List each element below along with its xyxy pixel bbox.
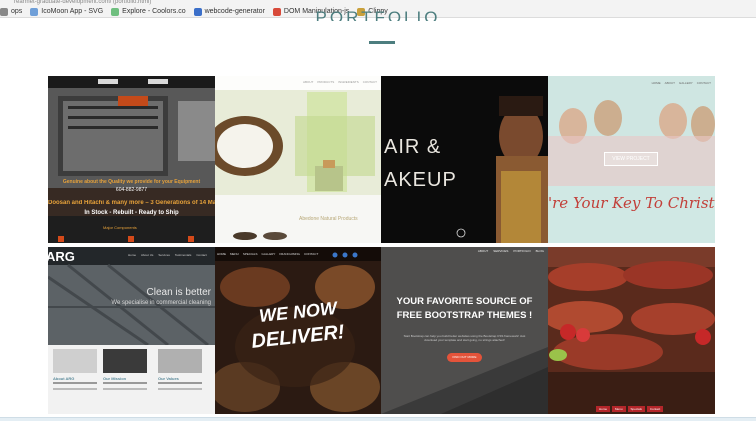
title-underline bbox=[369, 41, 395, 44]
script-headline: 're Your Key To Christma bbox=[548, 194, 715, 212]
hero-headline: Clean is better bbox=[146, 287, 211, 298]
portfolio-item-natural-products[interactable]: ABOUT PRODUCTS INGREDIENTS CONTACT Abedo… bbox=[215, 76, 381, 243]
hero-line-2: AKEUP bbox=[384, 169, 457, 191]
portfolio-item-restaurant[interactable]: HOME MENU SPECIALS GALLERY FRANCHISING C… bbox=[215, 247, 381, 414]
view-project-button[interactable]: VIEW PROJECT bbox=[604, 152, 658, 166]
nav-item[interactable]: FRANCHISING bbox=[279, 252, 300, 256]
nav-item[interactable]: CONTACT bbox=[697, 81, 711, 85]
find-out-more-button[interactable]: FIND OUT MORE bbox=[447, 353, 482, 362]
nav-item[interactable]: INGREDIENTS bbox=[338, 80, 359, 84]
nav-item[interactable]: HOME bbox=[217, 252, 226, 256]
portfolio-item-bootstrap[interactable]: ABOUT SERVICES PORTFOLIO BLOG YOUR FAVOR… bbox=[381, 247, 548, 414]
portfolio-grid: Genuine about the Quality we provide for… bbox=[48, 76, 715, 414]
portfolio-item-christmas[interactable]: HOME ABOUT GALLERY CONTACT VIEW PROJECT … bbox=[548, 76, 715, 243]
site-nav: ABOUT PRODUCTS INGREDIENTS CONTACT bbox=[303, 80, 377, 84]
headline: Doosan and Hitachi & many more – 3 Gener… bbox=[48, 200, 215, 206]
page-bottom-edge bbox=[0, 417, 756, 421]
cleaning-screenshot bbox=[48, 247, 215, 414]
nav-item[interactable]: ABOUT bbox=[478, 249, 488, 253]
nav-item[interactable]: GALLERY bbox=[679, 81, 693, 85]
nav-item[interactable]: Testimonials bbox=[175, 253, 192, 257]
page-title: PORTFOLIO bbox=[315, 8, 441, 21]
nav-item[interactable]: HOME bbox=[652, 81, 661, 85]
kebab-screenshot bbox=[548, 247, 715, 414]
stock-text: In Stock - Rebuilt - Ready to Ship bbox=[84, 210, 179, 216]
nav-item[interactable]: ABOUT bbox=[303, 80, 313, 84]
site-nav: HOME MENU SPECIALS GALLERY FRANCHISING C… bbox=[217, 252, 318, 256]
nav-item[interactable]: SPECIALS bbox=[243, 252, 258, 256]
hero-headline-2: FREE BOOTSTRAP THEMES ! bbox=[396, 310, 533, 321]
tagline: Genuine about the Quality we provide for… bbox=[62, 179, 201, 185]
hero-line-1: AIR & bbox=[384, 136, 442, 158]
phone: 604-882-9877 bbox=[115, 187, 148, 193]
footer-label: Major Components bbox=[103, 225, 137, 230]
hero-headline-1: YOUR FAVORITE SOURCE OF bbox=[396, 296, 533, 307]
nav-item[interactable]: SERVICES bbox=[493, 249, 508, 253]
column-heading: Our Values bbox=[158, 376, 179, 381]
site-nav: Home About Us Services Testimonials Cont… bbox=[128, 253, 207, 257]
bridal-screenshot bbox=[381, 76, 548, 243]
menu-button[interactable]: Menu bbox=[612, 406, 626, 412]
nav-item[interactable]: PORTFOLIO bbox=[513, 249, 530, 253]
menu-button[interactable]: Home bbox=[596, 406, 611, 412]
site-buttons: Home Menu Specials Contact bbox=[596, 406, 664, 412]
nav-item[interactable]: BLOG bbox=[536, 249, 544, 253]
bootstrap-screenshot bbox=[381, 247, 548, 414]
site-nav: ABOUT SERVICES PORTFOLIO BLOG bbox=[478, 249, 544, 253]
nav-item[interactable]: Contact bbox=[196, 253, 206, 257]
nav-item[interactable]: MENU bbox=[230, 252, 239, 256]
hero-body: Start Bootstrap can help you build bette… bbox=[403, 334, 526, 342]
heading: Abedone Natural Products bbox=[299, 216, 358, 222]
column-heading: Our Mission bbox=[103, 376, 127, 381]
menu-button[interactable]: Specials bbox=[627, 406, 645, 412]
hero-sub: We specialise in commercial cleaning bbox=[111, 300, 211, 306]
column-heading: About ARG bbox=[53, 376, 75, 381]
site-logo: ARG bbox=[48, 249, 75, 264]
portfolio-item-cleaning[interactable]: ARG Home About Us Services Testimonials … bbox=[48, 247, 215, 414]
nav-item[interactable]: CONTACT bbox=[363, 80, 377, 84]
nav-item[interactable]: PRODUCTS bbox=[317, 80, 334, 84]
portfolio-item-equipment[interactable]: Genuine about the Quality we provide for… bbox=[48, 76, 215, 243]
menu-button[interactable]: Contact bbox=[646, 406, 664, 412]
nav-item[interactable]: Services bbox=[158, 253, 170, 257]
nav-item[interactable]: Home bbox=[128, 253, 136, 257]
portfolio-item-hair-makeup[interactable]: AIR & AKEUP bbox=[381, 76, 548, 243]
nav-item[interactable]: About Us bbox=[141, 253, 153, 257]
site-nav: HOME ABOUT GALLERY CONTACT bbox=[652, 81, 711, 85]
equipment-screenshot bbox=[48, 76, 215, 243]
nav-item[interactable]: GALLERY bbox=[262, 252, 276, 256]
nav-item[interactable]: ABOUT bbox=[665, 81, 675, 85]
nav-item[interactable]: CONTACT bbox=[304, 252, 318, 256]
portfolio-item-kebab[interactable]: Home Menu Specials Contact bbox=[548, 247, 715, 414]
